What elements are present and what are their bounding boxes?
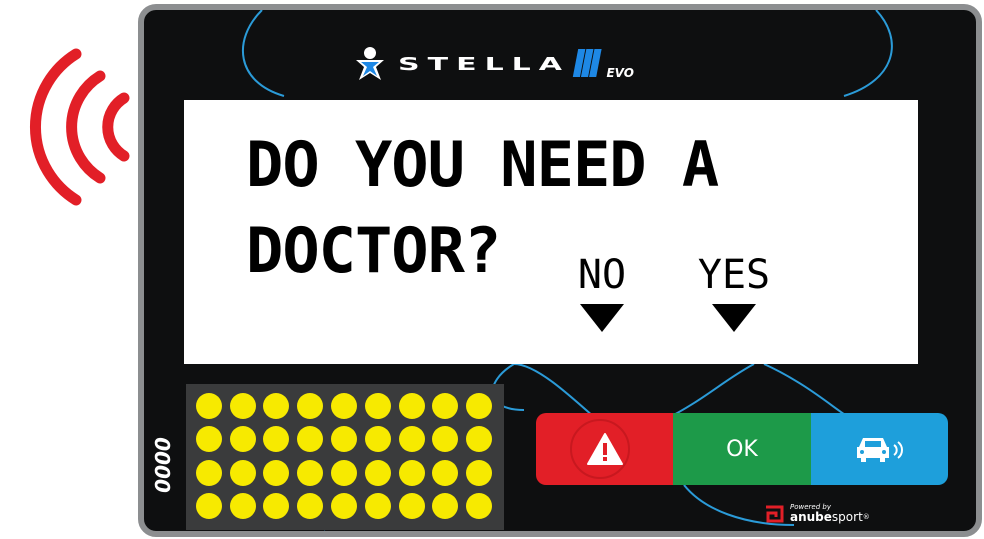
led-dot <box>263 426 290 453</box>
brand-name: STELLA <box>398 53 571 75</box>
wordmark-rest: sport <box>831 510 863 524</box>
option-no-label: NO <box>577 252 627 298</box>
anubesport-wordmark: anubesport® <box>790 511 870 523</box>
arrow-down-icon <box>712 304 756 332</box>
led-dot <box>297 426 324 453</box>
wordmark-trademark: ® <box>862 513 870 521</box>
wordmark-bold: anube <box>790 510 832 524</box>
led-dot <box>364 459 391 486</box>
led-dot <box>466 493 493 520</box>
message-line-1: DO YOU NEED A <box>246 128 719 201</box>
warning-icon <box>586 433 623 465</box>
led-dot <box>195 493 222 520</box>
led-dot <box>195 392 222 419</box>
option-yes-label: YES <box>697 252 771 298</box>
led-dot <box>330 426 357 453</box>
car-button[interactable] <box>810 413 948 485</box>
counter-value: 0000 <box>151 437 175 493</box>
powered-by-logo: Powered by anubesport® <box>764 503 870 523</box>
led-dot <box>398 426 425 453</box>
led-dot <box>263 392 290 419</box>
option-no[interactable]: NO <box>542 252 662 332</box>
anubesport-logo-icon <box>766 505 784 523</box>
led-dot <box>229 459 256 486</box>
led-dot <box>398 459 425 486</box>
led-dot <box>398 392 425 419</box>
ok-button-label: OK <box>726 436 758 462</box>
led-matrix <box>186 384 504 530</box>
led-dot <box>297 459 324 486</box>
alert-button[interactable] <box>536 413 674 485</box>
led-dot <box>330 493 357 520</box>
led-dot <box>364 392 391 419</box>
led-dot <box>398 493 425 520</box>
led-dot <box>297 493 324 520</box>
led-dot <box>432 392 459 419</box>
counter-display: 0000 <box>146 430 180 500</box>
led-dot <box>466 426 493 453</box>
led-dot <box>229 392 256 419</box>
led-dot <box>195 426 222 453</box>
led-dot <box>364 426 391 453</box>
led-dot <box>466 459 493 486</box>
led-dot <box>432 459 459 486</box>
signal-waves-icon <box>30 48 130 206</box>
brand-logo: STELLA III EVO <box>352 42 634 86</box>
led-dot <box>432 426 459 453</box>
brand-version: III <box>572 42 603 86</box>
stella-device: STELLA III EVO DO YOU NEED A DOCTOR? NO … <box>138 4 982 537</box>
led-dot <box>466 392 493 419</box>
led-dot <box>263 459 290 486</box>
led-dot <box>263 493 290 520</box>
led-dot <box>195 459 222 486</box>
display-screen: DO YOU NEED A DOCTOR? NO YES <box>184 100 918 364</box>
led-dot <box>330 392 357 419</box>
car-signal-icon <box>857 438 904 462</box>
action-buttons: OK <box>536 413 948 485</box>
option-yes[interactable]: YES <box>674 252 794 332</box>
led-dot <box>432 493 459 520</box>
led-dot <box>229 426 256 453</box>
led-dot <box>330 459 357 486</box>
led-dot <box>229 493 256 520</box>
arrow-down-icon <box>580 304 624 332</box>
led-dot <box>364 493 391 520</box>
brand-suffix: EVO <box>606 66 634 80</box>
ok-button[interactable]: OK <box>673 413 811 485</box>
stella-figure-icon <box>356 47 384 80</box>
led-dot <box>297 392 324 419</box>
